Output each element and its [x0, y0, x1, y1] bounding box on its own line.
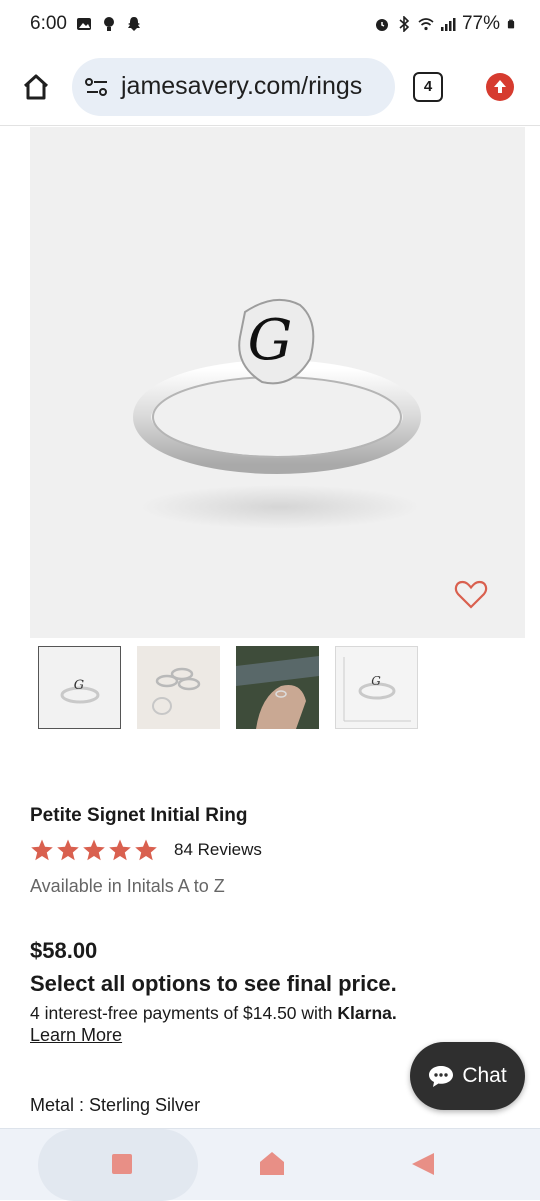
svg-text:G: G	[371, 674, 381, 688]
rating-row[interactable]: 84 Reviews	[30, 836, 262, 864]
back-icon[interactable]	[410, 1150, 436, 1178]
arrow-up-icon	[494, 79, 506, 93]
bluetooth-icon	[399, 16, 410, 32]
star-icon	[135, 839, 157, 861]
update-button[interactable]	[486, 72, 514, 101]
status-time: 6:00	[30, 13, 67, 34]
status-bar: 6:00 77%	[0, 0, 540, 48]
product-image[interactable]: G	[30, 127, 525, 638]
chat-label: Chat	[462, 1064, 507, 1087]
metal-option: Metal : Sterling Silver	[30, 1095, 201, 1115]
browser-toolbar: jamesavery.com/rings 4	[0, 48, 540, 126]
site-settings-icon[interactable]	[84, 74, 110, 100]
engraved-initial: G	[248, 308, 293, 373]
installments-text: 4 interest-free payments of $14.50 with …	[30, 1003, 397, 1024]
tab-switcher-button[interactable]: 4	[413, 71, 443, 102]
snapchat-icon	[127, 17, 140, 31]
klarna-logo: Klarna.	[337, 1003, 397, 1023]
star-rating	[30, 838, 158, 862]
recent-apps-icon[interactable]	[111, 1153, 133, 1175]
tab-count: 4	[423, 78, 433, 95]
thumbnail-ring-front[interactable]: G	[38, 646, 121, 729]
availability-text: Available in Initals A to Z	[30, 876, 225, 896]
ring-illustration: G	[133, 298, 421, 529]
battery-percent: 77%	[461, 13, 500, 34]
gallery-icon	[76, 18, 91, 30]
price-note: Select all options to see final price.	[30, 971, 397, 996]
heart-icon[interactable]	[454, 579, 488, 609]
chat-bubble-icon	[429, 1066, 454, 1087]
thumbnail-ring-on-hand[interactable]	[236, 646, 319, 729]
price: $58.00	[30, 938, 98, 963]
product-title: Petite Signet Initial Ring	[30, 805, 248, 826]
star-icon	[31, 839, 53, 861]
home-nav-icon[interactable]	[258, 1149, 286, 1177]
learn-more-link[interactable]: Learn More	[30, 1025, 122, 1046]
thumbnail-strip: G G	[38, 646, 418, 729]
signal-icon	[440, 18, 456, 31]
home-icon	[23, 74, 49, 99]
installments-prefix: 4 interest-free payments of $14.50 with	[30, 1003, 333, 1023]
thumbnail-rings-stacked[interactable]	[137, 646, 220, 729]
star-icon	[109, 839, 131, 861]
star-icon	[83, 839, 105, 861]
alarm-icon	[375, 19, 388, 31]
url-text[interactable]: jamesavery.com/rings	[121, 72, 362, 101]
svg-text:G: G	[74, 678, 84, 693]
address-bar[interactable]: jamesavery.com/rings	[72, 57, 395, 116]
wifi-icon	[418, 18, 434, 31]
reviews-link[interactable]: 84 Reviews	[174, 840, 262, 860]
chat-button[interactable]: Chat	[410, 1042, 525, 1110]
home-button[interactable]	[11, 62, 61, 112]
battery-icon	[507, 19, 515, 29]
thumbnail-size-chart[interactable]: G	[335, 646, 418, 729]
star-icon	[57, 839, 79, 861]
bulb-icon	[103, 17, 114, 31]
